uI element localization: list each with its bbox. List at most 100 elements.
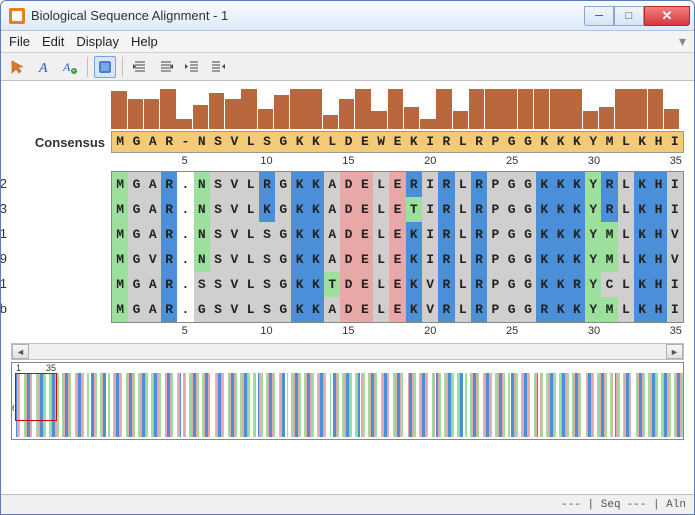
residue-cell[interactable]: L [618, 172, 634, 197]
residue-cell[interactable]: S [259, 297, 275, 322]
residue-cell[interactable]: H [650, 222, 666, 247]
residue-cell[interactable]: R [438, 247, 454, 272]
residue-cell[interactable]: L [243, 247, 259, 272]
residue-cell[interactable]: V [226, 272, 242, 297]
residue-cell[interactable]: M [112, 172, 128, 197]
residue-cell[interactable]: T [406, 197, 422, 222]
residue-cell[interactable]: S [210, 247, 226, 272]
residue-cell[interactable]: K [552, 222, 568, 247]
residue-cell[interactable]: G [520, 272, 536, 297]
residue-cell[interactable]: D [340, 297, 356, 322]
residue-cell[interactable]: A [324, 247, 340, 272]
residue-cell[interactable]: K [291, 197, 307, 222]
residue-cell[interactable]: L [243, 197, 259, 222]
residue-cell[interactable]: L [373, 272, 389, 297]
residue-cell[interactable]: G [275, 297, 291, 322]
residue-cell[interactable]: R [161, 272, 177, 297]
residue-cell[interactable]: I [422, 172, 438, 197]
residue-cell[interactable]: S [194, 272, 210, 297]
sequence-label[interactable]: HIV-2UC1 [1, 271, 7, 296]
residue-cell[interactable]: L [243, 272, 259, 297]
residue-cell[interactable]: A [145, 222, 161, 247]
indent-left-button[interactable] [155, 56, 177, 78]
residue-cell[interactable]: K [552, 172, 568, 197]
residue-cell[interactable]: I [667, 272, 683, 297]
outdent-right-button[interactable] [181, 56, 203, 78]
residue-cell[interactable]: K [406, 272, 422, 297]
residue-cell[interactable]: R [161, 297, 177, 322]
residue-cell[interactable]: G [520, 197, 536, 222]
residue-cell[interactable]: L [455, 222, 471, 247]
residue-cell[interactable]: I [422, 222, 438, 247]
residue-cell[interactable]: R [569, 272, 585, 297]
residue-cell[interactable]: K [536, 247, 552, 272]
residue-cell[interactable]: R [471, 297, 487, 322]
residue-cell[interactable]: E [357, 197, 373, 222]
residue-cell[interactable]: V [226, 247, 242, 272]
residue-cell[interactable]: L [455, 272, 471, 297]
residue-cell[interactable]: D [340, 222, 356, 247]
residue-cell[interactable]: R [601, 197, 617, 222]
residue-cell[interactable]: V [226, 222, 242, 247]
residue-cell[interactable]: L [373, 197, 389, 222]
overview-panel[interactable]: 1 35 6 [11, 362, 684, 440]
residue-cell[interactable]: Y [585, 247, 601, 272]
residue-cell[interactable]: R [406, 172, 422, 197]
residue-cell[interactable]: K [552, 297, 568, 322]
residue-cell[interactable]: V [226, 172, 242, 197]
residue-cell[interactable]: T [324, 272, 340, 297]
residue-cell[interactable]: V [226, 197, 242, 222]
residue-cell[interactable]: K [634, 197, 650, 222]
residue-cell[interactable]: R [259, 172, 275, 197]
menu-edit[interactable]: Edit [42, 34, 64, 49]
residue-cell[interactable]: K [308, 297, 324, 322]
residue-cell[interactable]: . [177, 247, 193, 272]
residue-cell[interactable]: P [487, 247, 503, 272]
residue-cell[interactable]: C [601, 272, 617, 297]
residue-cell[interactable]: G [275, 197, 291, 222]
residue-cell[interactable]: K [308, 197, 324, 222]
residue-cell[interactable]: L [243, 297, 259, 322]
residue-cell[interactable]: S [259, 272, 275, 297]
residue-cell[interactable]: G [128, 172, 144, 197]
residue-cell[interactable]: L [618, 297, 634, 322]
residue-cell[interactable]: E [357, 222, 373, 247]
sequence-label[interactable]: HIV2-MCN13 [1, 196, 7, 221]
residue-cell[interactable]: V [226, 297, 242, 322]
residue-cell[interactable]: M [112, 272, 128, 297]
outdent-left-button[interactable] [207, 56, 229, 78]
residue-cell[interactable]: S [210, 297, 226, 322]
residue-cell[interactable]: P [487, 272, 503, 297]
residue-cell[interactable]: L [373, 172, 389, 197]
residue-cell[interactable]: . [177, 222, 193, 247]
residue-cell[interactable]: N [194, 197, 210, 222]
sequence-label[interactable]: SIVMM239 [1, 246, 7, 271]
residue-cell[interactable]: I [667, 172, 683, 197]
minimize-button[interactable]: ─ [584, 6, 614, 26]
residue-cell[interactable]: E [389, 247, 405, 272]
residue-cell[interactable]: A [145, 172, 161, 197]
residue-cell[interactable]: E [357, 272, 373, 297]
residue-cell[interactable]: D [340, 197, 356, 222]
residue-cell[interactable]: D [340, 272, 356, 297]
residue-cell[interactable]: K [552, 247, 568, 272]
residue-cell[interactable]: M [112, 197, 128, 222]
residue-cell[interactable]: L [243, 222, 259, 247]
residue-cell[interactable]: A [145, 272, 161, 297]
residue-cell[interactable]: G [275, 172, 291, 197]
residue-cell[interactable]: L [455, 247, 471, 272]
residue-cell[interactable]: K [634, 272, 650, 297]
residue-cell[interactable]: P [487, 197, 503, 222]
residue-cell[interactable]: K [552, 272, 568, 297]
residue-cell[interactable]: S [259, 222, 275, 247]
residue-cell[interactable]: R [161, 222, 177, 247]
residue-cell[interactable]: L [618, 272, 634, 297]
residue-cell[interactable]: I [422, 247, 438, 272]
residue-cell[interactable]: G [504, 272, 520, 297]
residue-cell[interactable]: R [601, 172, 617, 197]
residue-cell[interactable]: K [536, 172, 552, 197]
residue-cell[interactable]: E [357, 247, 373, 272]
residue-cell[interactable]: G [520, 172, 536, 197]
residue-cell[interactable]: K [569, 247, 585, 272]
residue-cell[interactable]: N [194, 222, 210, 247]
